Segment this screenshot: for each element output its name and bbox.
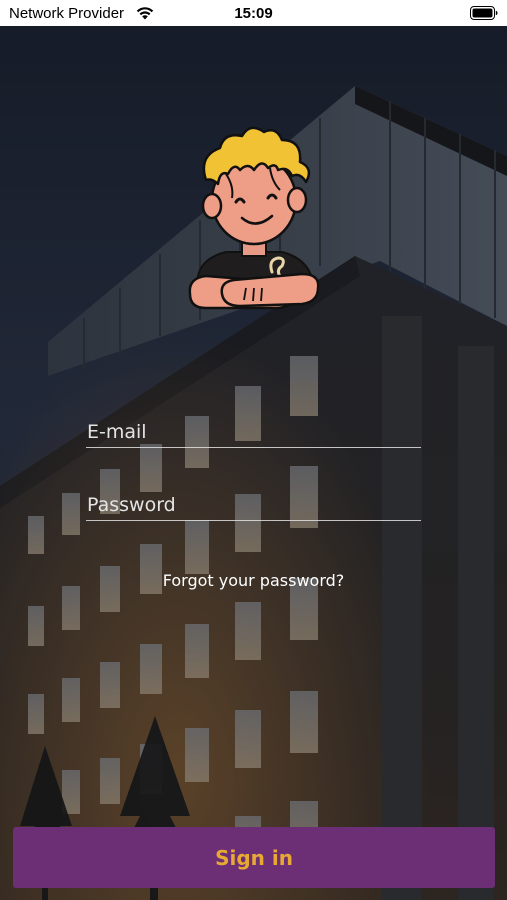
email-input[interactable]: [86, 421, 421, 443]
status-bar: Network Provider 15:09: [0, 0, 507, 26]
email-field-container: [86, 404, 421, 448]
sign-in-button[interactable]: Sign in: [13, 827, 495, 888]
password-field-container: [86, 477, 421, 521]
status-time: 15:09: [234, 5, 273, 22]
login-screen: Network Provider 15:09 E-mail Forgot you…: [0, 0, 507, 900]
mascot-avatar-icon: [188, 126, 320, 310]
password-input[interactable]: [86, 494, 421, 516]
forgot-password-link[interactable]: Forgot your password?: [0, 571, 507, 590]
battery-icon: [470, 6, 498, 20]
